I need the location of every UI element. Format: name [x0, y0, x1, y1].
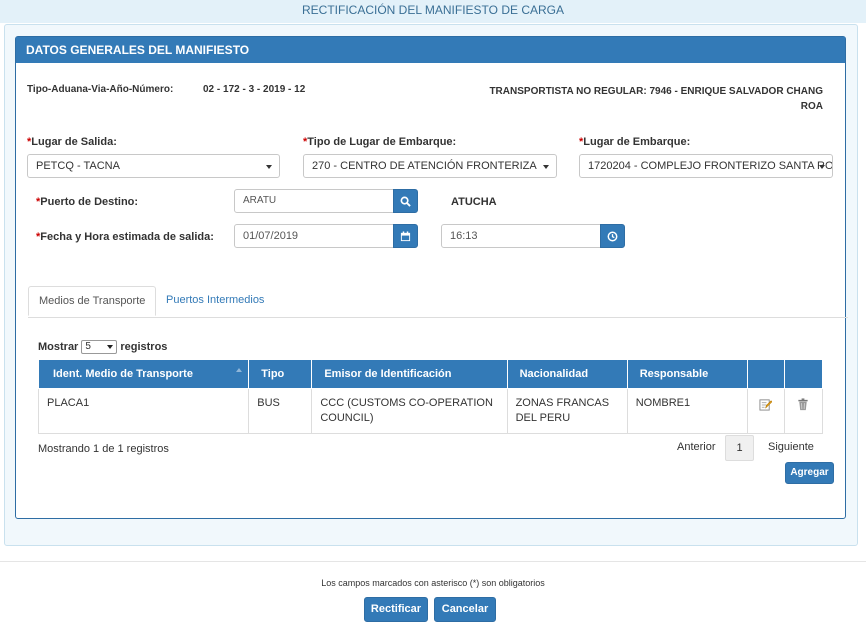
table-row: PLACA1 BUS CCC (CUSTOMS CO-OPERATION COUN… — [37, 387, 824, 434]
rectificar-button[interactable]: Rectificar — [364, 597, 428, 622]
page-length-select[interactable]: 5 — [81, 340, 118, 354]
cell-responsable: NOMBRE1 — [626, 387, 748, 434]
tab-puertos-intermedios[interactable]: Puertos Intermedios — [156, 286, 274, 316]
pagination-page-1[interactable]: 1 — [725, 435, 754, 461]
col-ident-label: Ident. Medio de Transporte — [53, 367, 193, 380]
col-ident[interactable]: Ident. Medio de Transporte — [37, 360, 250, 389]
panel-title: DATOS GENERALES DEL MANIFIESTO — [16, 37, 845, 63]
manifest-id-label: Tipo-Aduana-Via-Año-Número: — [27, 84, 174, 95]
cancelar-button[interactable]: Cancelar — [434, 597, 496, 622]
col-responsable[interactable]: Responsable — [626, 360, 748, 389]
lugar-salida-label: *Lugar de Salida: — [27, 136, 117, 148]
fecha-salida-label-text: Fecha y Hora estimada de salida: — [40, 231, 214, 243]
cell-ident: PLACA1 — [37, 387, 250, 434]
page-length-suffix: registros — [120, 341, 168, 353]
col-tipo[interactable]: Tipo — [248, 360, 313, 389]
cell-nac-line-1: ZONAS FRANCAS — [515, 396, 610, 409]
cell-emisor-line-2: COUNCIL) — [320, 411, 374, 424]
cell-nac-line-2: DEL PERU — [515, 411, 571, 424]
col-emisor[interactable]: Emisor de Identificación — [311, 360, 508, 389]
clock-icon — [607, 231, 618, 241]
fecha-salida-input[interactable]: 01/07/2019 — [234, 224, 394, 248]
tab-medios-transporte[interactable]: Medios de Transporte — [28, 286, 157, 316]
tipo-lugar-embarque-label-text: Tipo de Lugar de Embarque: — [307, 136, 457, 148]
cell-emisor: CCC (CUSTOMS CO-OPERATION COUNCIL) — [311, 387, 508, 434]
table-info: Mostrando 1 de 1 registros — [38, 443, 169, 455]
cell-tipo: BUS — [248, 387, 313, 434]
hora-salida-input[interactable]: 16:13 — [441, 224, 601, 248]
transport-table: Ident. Medio de Transporte Tipo Emisor d… — [37, 360, 824, 434]
page-length-value: 5 — [85, 341, 91, 352]
add-button[interactable]: Agregar — [785, 462, 834, 484]
cell-delete — [783, 387, 824, 434]
carrier-line-2: ROA — [800, 101, 823, 112]
col-edit — [746, 360, 785, 389]
table-header-row: Ident. Medio de Transporte Tipo Emisor d… — [37, 360, 824, 389]
col-delete — [783, 360, 824, 389]
search-button[interactable] — [393, 189, 418, 213]
footer-divider — [0, 561, 866, 562]
lugar-embarque-value: 1720204 - COMPLEJO FRONTERIZO SANTA ROSA — [588, 160, 833, 172]
page-length-control: Mostrar 5 registros — [38, 340, 167, 354]
chevron-down-icon — [819, 165, 825, 169]
pagination-next[interactable]: Siguiente — [768, 435, 814, 461]
puerto-destino-label: *Puerto de Destino: — [36, 196, 138, 208]
fecha-salida-label: *Fecha y Hora estimada de salida: — [36, 231, 214, 243]
page-length-prefix: Mostrar — [38, 341, 79, 353]
manifest-panel: DATOS GENERALES DEL MANIFIESTO Tipo-Adua… — [15, 36, 848, 519]
lugar-embarque-label: *Lugar de Embarque: — [579, 136, 690, 148]
lugar-embarque-label-text: Lugar de Embarque: — [583, 136, 691, 148]
calendar-button[interactable] — [393, 224, 418, 248]
col-nacionalidad[interactable]: Nacionalidad — [506, 360, 628, 389]
puerto-destino-label-text: Puerto de Destino: — [40, 196, 139, 208]
clock-button[interactable] — [600, 224, 625, 248]
cell-nacionalidad: ZONAS FRANCAS DEL PERU — [506, 387, 628, 434]
tipo-lugar-embarque-select[interactable]: 270 - CENTRO DE ATENCIÓN FRONTERIZA — [303, 154, 557, 178]
search-icon — [400, 196, 411, 207]
carrier-line-1: TRANSPORTISTA NO REGULAR: 7946 - ENRIQUE… — [489, 86, 823, 97]
lugar-embarque-select[interactable]: 1720204 - COMPLEJO FRONTERIZO SANTA ROSA — [579, 154, 833, 178]
lugar-salida-label-text: Lugar de Salida: — [31, 136, 117, 148]
chevron-down-icon — [107, 345, 114, 349]
puerto-destino-input[interactable]: ARATU — [234, 189, 394, 213]
tabs-divider — [28, 317, 848, 318]
carrier-info: TRANSPORTISTA NO REGULAR: 7946 - ENRIQUE… — [489, 84, 823, 114]
tipo-lugar-embarque-label: *Tipo de Lugar de Embarque: — [303, 136, 456, 148]
required-note: Los campos marcados con asterisco (*) so… — [321, 578, 545, 588]
puerto-destino-resolved: ATUCHA — [451, 196, 497, 208]
lugar-salida-select[interactable]: PETCQ - TACNA — [27, 154, 280, 178]
chevron-down-icon — [543, 165, 549, 169]
chevron-down-icon — [266, 165, 272, 169]
manifest-id-value: 02 - 172 - 3 - 2019 - 12 — [203, 84, 306, 95]
cell-emisor-line-1: CCC (CUSTOMS CO-OPERATION — [320, 396, 493, 409]
lugar-salida-value: PETCQ - TACNA — [36, 160, 120, 172]
pagination-prev[interactable]: Anterior — [677, 435, 716, 461]
edit-icon[interactable] — [759, 398, 773, 411]
tipo-lugar-embarque-value: 270 - CENTRO DE ATENCIÓN FRONTERIZA — [312, 160, 537, 172]
calendar-icon — [400, 230, 411, 241]
sort-up-icon — [236, 368, 243, 372]
page-title: RECTIFICACIÓN DEL MANIFIESTO DE CARGA — [0, 0, 866, 23]
trash-icon[interactable] — [797, 397, 809, 411]
cell-edit — [746, 387, 785, 434]
